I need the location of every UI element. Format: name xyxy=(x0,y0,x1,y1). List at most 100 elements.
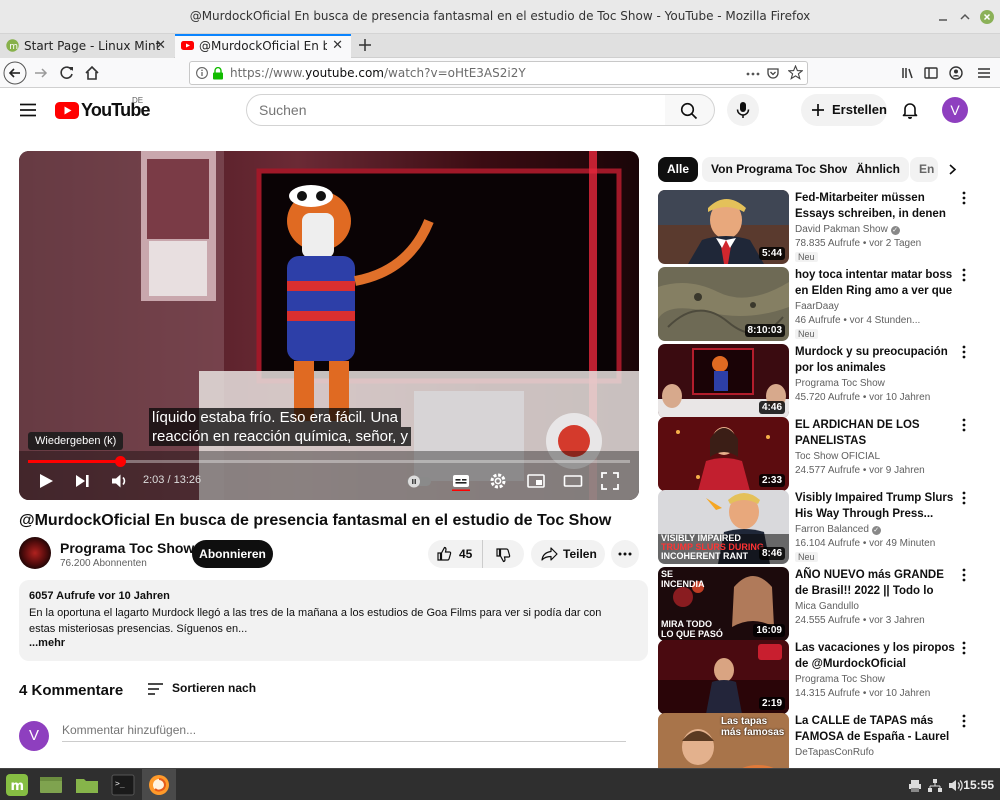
chip-from-channel[interactable]: Von Programa Toc Show xyxy=(702,157,861,182)
back-button[interactable] xyxy=(3,61,27,85)
video-title[interactable]: Fed-Mitarbeiter müssen Essays schreiben,… xyxy=(795,190,955,222)
channel-name[interactable]: David Pakman Show ✓ xyxy=(795,224,900,235)
lock-icon[interactable] xyxy=(212,67,224,80)
library-button[interactable] xyxy=(896,61,920,85)
video-title[interactable]: Murdock y su preocupación por los animal… xyxy=(795,344,955,376)
close-window-button[interactable] xyxy=(980,10,994,24)
video-thumbnail[interactable]: VISIBLY IMPAIRED TRUMP SLURS DURING INCO… xyxy=(658,490,789,564)
account-button[interactable] xyxy=(944,61,968,85)
video-thumbnail[interactable]: SE INCENDIA MIRA TODO LO QUE PASÓ 16:09 xyxy=(658,567,789,641)
pocket-icon[interactable] xyxy=(766,66,780,80)
notifications-button[interactable] xyxy=(898,98,922,122)
minimize-button[interactable] xyxy=(936,10,950,24)
app-menu-button[interactable] xyxy=(972,61,996,85)
channel-name[interactable]: Programa Toc Show xyxy=(795,378,885,389)
theater-mode-button[interactable] xyxy=(563,471,583,491)
video-thumbnail[interactable]: 5:44 xyxy=(658,190,789,264)
add-comment-input[interactable] xyxy=(62,720,626,742)
recommended-video[interactable]: 2:33 EL ARDICHAN DE LOS PANELISTAS Toc S… xyxy=(658,417,1000,491)
video-menu-button[interactable] xyxy=(958,417,970,433)
create-button[interactable]: Erstellen xyxy=(801,94,887,126)
network-icon[interactable] xyxy=(928,779,942,792)
video-thumbnail[interactable]: 4:46 xyxy=(658,344,789,418)
printer-icon[interactable] xyxy=(908,779,922,792)
recommended-video[interactable]: 4:46 Murdock y su preocupación por los a… xyxy=(658,344,1000,418)
tab-close-icon[interactable]: ✕ xyxy=(332,36,343,56)
page-actions-icon[interactable] xyxy=(745,68,761,80)
video-title[interactable]: EL ARDICHAN DE LOS PANELISTAS xyxy=(795,417,955,449)
channel-name[interactable]: Mica Gandullo xyxy=(795,601,859,612)
tab-youtube-video[interactable]: @MurdockOficial En busca ✕ xyxy=(175,34,351,58)
user-avatar[interactable]: V xyxy=(942,97,968,123)
search-input[interactable] xyxy=(259,102,649,118)
video-menu-button[interactable] xyxy=(958,713,970,729)
channel-name[interactable]: Farron Balanced ✓ xyxy=(795,524,881,535)
search-button[interactable] xyxy=(665,94,715,126)
recommended-video[interactable]: 2:19 Las vacaciones y los piropos de @Mu… xyxy=(658,640,1000,714)
recommended-video[interactable]: VISIBLY IMPAIRED TRUMP SLURS DURING INCO… xyxy=(658,490,1000,564)
chip-all[interactable]: Alle xyxy=(658,157,699,182)
recommended-video[interactable]: Las tapas más famosas La CALLE de TAPAS … xyxy=(658,713,1000,768)
new-tab-button[interactable] xyxy=(356,36,374,54)
recommended-video[interactable]: 8:10:03 hoy toca intentar matar boss en … xyxy=(658,267,1000,341)
show-more-link[interactable]: ...mehr xyxy=(29,637,65,649)
subscribe-button[interactable]: Abonnieren xyxy=(192,540,273,568)
next-button[interactable] xyxy=(73,471,93,491)
chip-partial[interactable]: En xyxy=(910,157,938,182)
guide-menu-button[interactable] xyxy=(16,98,40,122)
search-box[interactable] xyxy=(246,94,666,126)
reload-button[interactable] xyxy=(55,61,79,85)
more-actions-button[interactable] xyxy=(611,540,639,568)
video-menu-button[interactable] xyxy=(958,267,970,283)
share-button[interactable]: Teilen xyxy=(531,540,605,568)
channel-name[interactable]: Toc Show OFICIAL xyxy=(795,451,880,462)
volume-button[interactable] xyxy=(110,471,130,491)
terminal-button[interactable]: >_ xyxy=(110,773,136,797)
chips-next-button[interactable] xyxy=(940,157,964,182)
settings-button[interactable] xyxy=(488,471,508,491)
channel-name[interactable]: Programa Toc Show xyxy=(60,540,194,556)
subtitles-button[interactable] xyxy=(451,471,471,491)
video-menu-button[interactable] xyxy=(958,190,970,206)
channel-name[interactable]: FaarDaay xyxy=(795,301,839,312)
recommended-video[interactable]: SE INCENDIA MIRA TODO LO QUE PASÓ 16:09 … xyxy=(658,567,1000,641)
progress-bar[interactable] xyxy=(28,456,630,467)
home-button[interactable] xyxy=(80,61,104,85)
firefox-taskbar-button[interactable] xyxy=(142,769,176,800)
video-title[interactable]: AÑO NUEVO más GRANDE de Brasil!! 2022 ||… xyxy=(795,567,955,599)
channel-avatar[interactable] xyxy=(19,537,51,569)
video-thumbnail[interactable]: 2:19 xyxy=(658,640,789,714)
video-title[interactable]: hoy toca intentar matar boss en Elden Ri… xyxy=(795,267,955,299)
video-menu-button[interactable] xyxy=(958,640,970,656)
info-icon[interactable] xyxy=(196,67,208,79)
address-bar[interactable]: https://www.youtube.com/watch?v=oHtE3AS2… xyxy=(189,61,808,85)
play-button[interactable] xyxy=(36,471,56,491)
video-title[interactable]: Las vacaciones y los piropos de @Murdock… xyxy=(795,640,955,672)
sidebar-toggle-button[interactable] xyxy=(919,61,943,85)
description-box[interactable]: 6057 Aufrufe vor 10 Jahren En la oportun… xyxy=(19,580,648,661)
sort-comments-button[interactable]: Sortieren nach xyxy=(147,681,256,695)
maximize-button[interactable] xyxy=(958,10,972,24)
miniplayer-button[interactable] xyxy=(526,471,546,491)
clock[interactable]: 15:55 xyxy=(963,778,994,792)
tab-close-icon[interactable]: ✕ xyxy=(155,34,166,58)
video-thumbnail[interactable]: Las tapas más famosas xyxy=(658,713,789,768)
autoplay-toggle[interactable] xyxy=(406,471,432,491)
channel-name[interactable]: DeTapasConRufo xyxy=(795,747,874,758)
video-thumbnail[interactable]: 8:10:03 xyxy=(658,267,789,341)
volume-icon[interactable] xyxy=(948,779,963,792)
dislike-button[interactable] xyxy=(482,540,524,568)
url-text[interactable]: https://www.youtube.com/watch?v=oHtE3AS2… xyxy=(230,66,526,80)
video-menu-button[interactable] xyxy=(958,344,970,360)
like-button[interactable]: 45 xyxy=(428,540,482,568)
fullscreen-button[interactable] xyxy=(600,471,620,491)
voice-search-button[interactable] xyxy=(727,94,759,126)
mint-menu-button[interactable]: m xyxy=(4,773,30,797)
video-thumbnail[interactable]: 2:33 xyxy=(658,417,789,491)
tab-start-page[interactable]: m Start Page - Linux Mint ✕ xyxy=(0,34,174,58)
chip-related[interactable]: Ähnlich xyxy=(847,157,909,182)
show-desktop-button[interactable] xyxy=(38,773,64,797)
video-menu-button[interactable] xyxy=(958,567,970,583)
video-title[interactable]: La CALLE de TAPAS más FAMOSA de España -… xyxy=(795,713,955,745)
video-title[interactable]: Visibly Impaired Trump Slurs His Way Thr… xyxy=(795,490,955,522)
